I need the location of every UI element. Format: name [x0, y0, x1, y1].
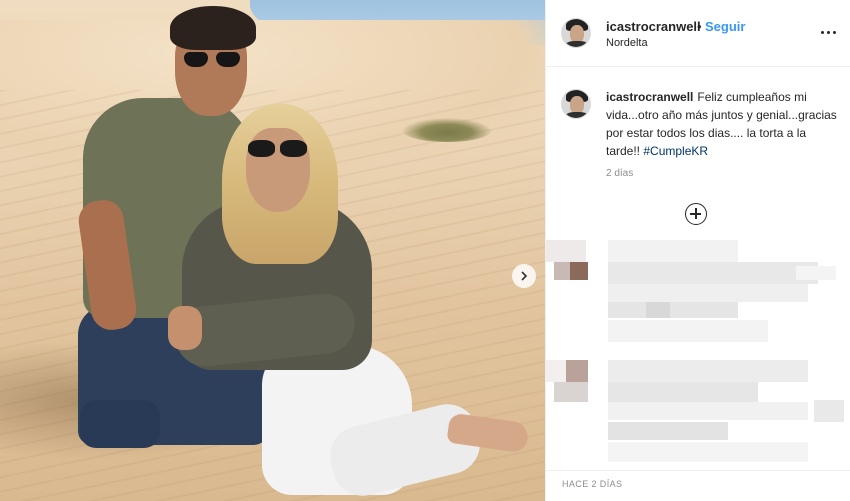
hashtag-link[interactable]: #CumpleKR: [643, 144, 708, 158]
avatar[interactable]: [561, 18, 591, 48]
man-hair: [170, 6, 256, 50]
post-sidebar: icastrocranwell • Seguir Nordelta icastr…: [545, 0, 850, 501]
caption-timestamp: 2 días: [606, 168, 634, 179]
hand: [168, 306, 202, 350]
man-knee: [80, 400, 160, 448]
post-timestamp: HACE 2 DÍAS: [562, 479, 623, 489]
caption: icastrocranwell Feliz cumpleaños mi vida.…: [606, 88, 838, 160]
username-link[interactable]: icastrocranwell: [606, 19, 701, 34]
sunglasses: [184, 52, 242, 68]
more-horizontal-icon[interactable]: [820, 27, 838, 39]
pixelated-comment: [546, 360, 850, 468]
caption-username-link[interactable]: icastrocranwell: [606, 90, 693, 104]
post-footer: HACE 2 DÍAS: [546, 470, 850, 501]
separator-dot: •: [697, 19, 702, 34]
sunglasses: [246, 140, 310, 158]
desert-bush: [402, 118, 492, 142]
location-link[interactable]: Nordelta: [606, 37, 648, 49]
pixelated-comment: [546, 240, 850, 350]
chevron-right-icon: [521, 271, 528, 281]
next-photo-button[interactable]: [512, 264, 536, 288]
plus-circle-icon[interactable]: [685, 203, 707, 225]
follow-button[interactable]: Seguir: [705, 19, 745, 34]
avatar[interactable]: [561, 89, 591, 119]
post-photo[interactable]: [0, 0, 545, 501]
post-header: icastrocranwell • Seguir Nordelta: [546, 0, 850, 67]
instagram-post: icastrocranwell • Seguir Nordelta icastr…: [0, 0, 850, 501]
